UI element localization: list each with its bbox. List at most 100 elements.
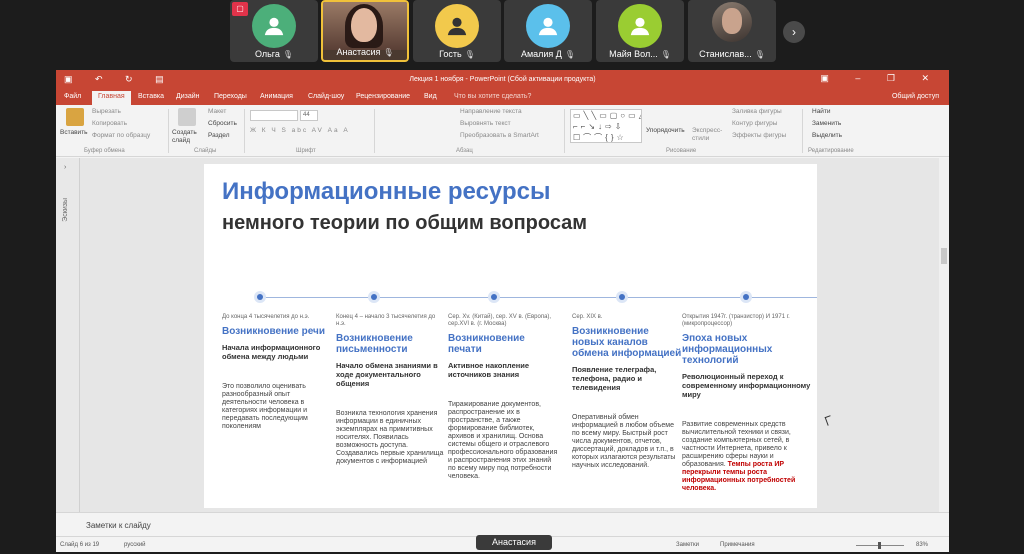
tell-me-search[interactable]: Что вы хотите сделать? [454, 93, 531, 100]
select-button[interactable]: Выделить [812, 132, 842, 139]
reset-button[interactable]: Сбросить [208, 120, 237, 127]
period-description: Тиражирование документов, распространени… [448, 401, 558, 480]
window-title: Лекция 1 ноября - PowerPoint (Сбой актив… [409, 76, 596, 83]
tab-review[interactable]: Рецензирование [356, 93, 410, 100]
find-button[interactable]: Найти [812, 108, 831, 115]
period-description: Это позволило оценивать разнообразный оп… [222, 383, 308, 430]
share-button[interactable]: Общий доступ [892, 93, 939, 100]
timeline-column: До конца 4 тысячелетия до н.э. Возникнов… [222, 314, 332, 431]
section-button[interactable]: Раздел [208, 132, 229, 139]
window-controls[interactable]: ▣ – ❐ ✕ [820, 73, 941, 84]
recording-icon: ▢ [232, 2, 248, 16]
language-indicator[interactable]: русский [124, 542, 146, 548]
tab-slideshow[interactable]: Слайд-шоу [308, 93, 344, 100]
ribbon: Вставить Вырезать Копировать Формат по о… [56, 105, 949, 157]
shape-fill-button[interactable]: Заливка фигуры [732, 108, 782, 115]
shape-effects-button[interactable]: Эффекты фигуры [732, 132, 786, 139]
replace-button[interactable]: Заменить [812, 120, 841, 127]
participants-strip: ▢ Ольга🎙 Анастасия🎙 Гость🎙 Амалия Д🎙 [0, 0, 1024, 66]
font-group-label: Шрифт [296, 148, 316, 154]
drawing-group-label: Рисование [666, 148, 697, 154]
shape-outline-button[interactable]: Контур фигуры [732, 120, 777, 127]
mic-off-icon: 🎙 [464, 50, 475, 59]
thumbnails-pane[interactable]: › Эскизы [56, 158, 80, 512]
current-slide[interactable]: Информационные ресурсы немного теории по… [204, 164, 817, 508]
timeline-dot [254, 291, 266, 303]
font-name-box[interactable] [250, 110, 298, 121]
timeline-column: Сер. Xv. (Китай), сер. XV в. (Европа), с… [448, 314, 558, 481]
period-heading: Возникновение письменности [336, 333, 413, 355]
tab-home[interactable]: Главная [92, 91, 131, 105]
mic-off-icon: 🎙 [660, 50, 671, 59]
expand-pane-icon[interactable]: › [64, 164, 66, 171]
shared-screen: ▣ ↶ ↻ ▤ Лекция 1 ноября - PowerPoint (Сб… [56, 70, 949, 552]
layout-button[interactable]: Макет [208, 108, 226, 115]
participant-tile-anastasia[interactable]: Анастасия 🎙 [321, 0, 409, 62]
format-painter-button[interactable]: Формат по образцу [92, 132, 150, 139]
paste-icon[interactable] [66, 108, 84, 126]
font-size-box[interactable]: 44 [300, 110, 318, 121]
slide-subtitle: немного теории по общим вопросам [222, 212, 588, 234]
shapes-gallery[interactable]: ▭╲╲▭▢○▭△ ⌐⌐↘↓⇨⇩ ☐⌒⌒{}☆ [570, 109, 642, 143]
period-subheading: Активное накопление источников знания [448, 361, 530, 379]
tab-file[interactable]: Файл [64, 93, 81, 100]
copy-button[interactable]: Копировать [92, 120, 127, 127]
clipboard-group-label: Буфер обмена [84, 148, 125, 154]
align-text-button[interactable]: Выровнять текст [460, 120, 511, 127]
new-slide-icon[interactable] [178, 108, 196, 126]
tab-view[interactable]: Вид [424, 93, 437, 100]
paste-button[interactable]: Вставить [60, 129, 88, 136]
notes-placeholder[interactable]: Заметки к слайду [86, 521, 151, 530]
period-date: До конца 4 тысячелетия до н.э. [222, 314, 310, 320]
participant-name: Ольга [254, 49, 280, 59]
tab-design[interactable]: Дизайн [176, 93, 200, 100]
participant-tile-maya[interactable]: Майя Вол... 🎙 [596, 0, 684, 62]
app-titlebar: ▣ ↶ ↻ ▤ Лекция 1 ноября - PowerPoint (Сб… [56, 70, 949, 90]
comments-toggle[interactable]: Примечания [720, 542, 755, 548]
user-avatar-icon [618, 4, 662, 48]
participant-name: Станислав... [699, 49, 752, 59]
mic-off-icon: 🎙 [754, 50, 765, 59]
mic-off-icon: 🎙 [282, 50, 294, 59]
participant-name: Амалия Д [520, 49, 562, 59]
period-heading: Эпоха новых информационных технологий [682, 333, 773, 366]
notes-pane[interactable]: Заметки к слайду [56, 512, 949, 536]
notes-toggle[interactable]: Заметки [676, 542, 699, 548]
vertical-scrollbar[interactable] [939, 158, 949, 512]
participant-tile-olga[interactable]: ▢ Ольга 🎙 [230, 0, 318, 62]
period-description: Оперативный обмен информацией в любом об… [572, 414, 676, 469]
font-format-buttons[interactable]: Ж К Ч S abc AV Аа A [250, 127, 350, 134]
tab-transitions[interactable]: Переходы [214, 93, 247, 100]
participant-tile-amalia[interactable]: Амалия Д 🎙 [504, 0, 592, 62]
timeline-column: Сер. XIX в. Возникновение новых каналов … [572, 314, 682, 470]
slide-title: Информационные ресурсы [222, 178, 551, 205]
quick-styles-button[interactable]: Экспресс-стили [692, 127, 726, 143]
text-direction-button[interactable]: Направление текста [460, 108, 522, 115]
new-slide-button[interactable]: Создать слайд [172, 129, 202, 145]
participant-tile-guest[interactable]: Гость 🎙 [413, 0, 501, 62]
zoom-level[interactable]: 83% [916, 542, 928, 548]
period-heading: Возникновение новых каналов обмена инфор… [572, 326, 682, 359]
arrange-button[interactable]: Упорядочить [646, 127, 685, 134]
editing-group-label: Редактирование [808, 148, 854, 154]
cut-button[interactable]: Вырезать [92, 108, 121, 115]
period-subheading: Начала информационного обмена между людь… [222, 343, 321, 361]
timeline-dot [616, 291, 628, 303]
smartart-button[interactable]: Преобразовать в SmartArt [460, 132, 539, 139]
period-date: Сер. Xv. (Китай), сер. XV в. (Европа), с… [448, 314, 552, 327]
participant-tile-stanislav[interactable]: Станислав... 🎙 [688, 0, 776, 62]
participant-name: Гость [439, 49, 462, 59]
next-participants-button[interactable]: › [783, 21, 805, 43]
tab-insert[interactable]: Вставка [138, 93, 164, 100]
slides-group-label: Слайды [194, 148, 217, 154]
scrollbar-thumb[interactable] [941, 248, 947, 264]
conference-window: ▢ Ольга🎙 Анастасия🎙 Гость🎙 Амалия Д🎙 [0, 0, 1024, 554]
zoom-slider-thumb[interactable] [878, 542, 881, 549]
timeline-column: Конец 4 – начало 3 тысячелетия до н.э. В… [336, 314, 446, 466]
tab-animation[interactable]: Анимация [260, 93, 293, 100]
user-avatar-icon [526, 4, 570, 48]
timeline-line [259, 297, 817, 298]
period-description: Развитие современных средств вычислитель… [682, 421, 796, 492]
mic-off-icon: 🎙 [564, 50, 576, 59]
paragraph-group-label: Абзац [456, 148, 473, 154]
